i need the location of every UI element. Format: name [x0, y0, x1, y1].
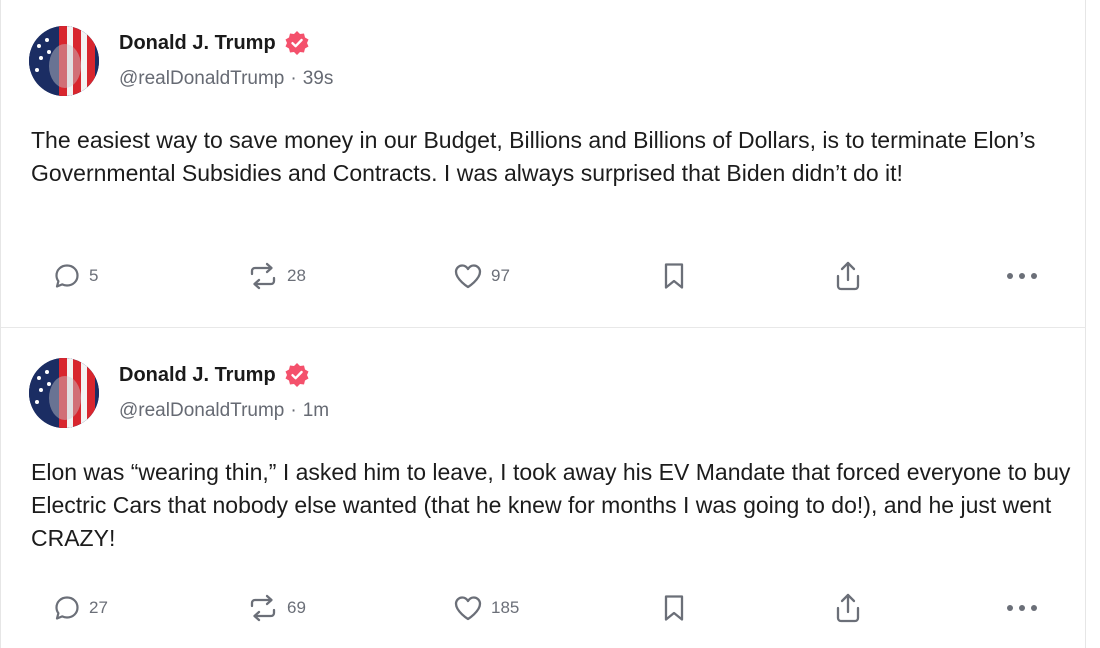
reply-count: 27: [89, 598, 108, 617]
share-button[interactable]: [833, 588, 863, 628]
avatar[interactable]: [29, 26, 99, 96]
meta-separator: ·: [290, 400, 297, 421]
post-actions: 27 69 185: [1, 588, 1086, 628]
more-icon: [1007, 273, 1037, 279]
repost-icon: [250, 594, 276, 622]
repost-count: 69: [287, 598, 306, 617]
repost-button[interactable]: 69: [247, 588, 306, 628]
heart-icon: [454, 596, 482, 621]
post-timestamp[interactable]: 1m: [303, 400, 329, 422]
more-options-button[interactable]: [1005, 256, 1039, 296]
post[interactable]: Donald J. Trump @realDonaldTrump · 39s T…: [1, 0, 1086, 328]
repost-button[interactable]: 28: [247, 256, 306, 296]
more-options-button[interactable]: [1005, 588, 1039, 628]
avatar[interactable]: [29, 358, 99, 428]
repost-icon: [250, 262, 276, 290]
meta-separator: ·: [290, 68, 297, 89]
reply-count: 5: [89, 266, 99, 285]
reply-button[interactable]: 5: [53, 256, 98, 296]
more-icon: [1007, 605, 1037, 611]
repost-count: 28: [287, 266, 306, 285]
author-name[interactable]: Donald J. Trump: [119, 364, 276, 387]
reply-icon: [55, 596, 79, 620]
like-button[interactable]: 185: [453, 588, 519, 628]
post-actions: 5 28 97: [1, 256, 1086, 296]
share-icon: [836, 593, 860, 623]
verified-badge-icon: [284, 30, 310, 56]
bookmark-button[interactable]: [661, 588, 687, 628]
post-text: Elon was “wearing thin,” I asked him to …: [31, 459, 1071, 551]
share-icon: [836, 261, 860, 291]
like-count: 97: [491, 266, 510, 285]
author-handle[interactable]: @realDonaldTrump: [119, 68, 284, 90]
like-button[interactable]: 97: [453, 256, 510, 296]
author-handle[interactable]: @realDonaldTrump: [119, 400, 284, 422]
post-text: The easiest way to save money in our Bud…: [31, 127, 1036, 186]
heart-icon: [454, 264, 482, 289]
post-timestamp[interactable]: 39s: [303, 68, 334, 90]
share-button[interactable]: [833, 256, 863, 296]
bookmark-icon: [664, 595, 684, 621]
reply-button[interactable]: 27: [53, 588, 108, 628]
post-feed: Donald J. Trump @realDonaldTrump · 39s T…: [0, 0, 1086, 648]
like-count: 185: [491, 598, 520, 617]
bookmark-button[interactable]: [661, 256, 687, 296]
author-name[interactable]: Donald J. Trump: [119, 32, 276, 55]
post[interactable]: Donald J. Trump @realDonaldTrump · 1m El…: [1, 328, 1086, 648]
bookmark-icon: [664, 263, 684, 289]
reply-icon: [55, 264, 79, 288]
verified-badge-icon: [284, 362, 310, 388]
